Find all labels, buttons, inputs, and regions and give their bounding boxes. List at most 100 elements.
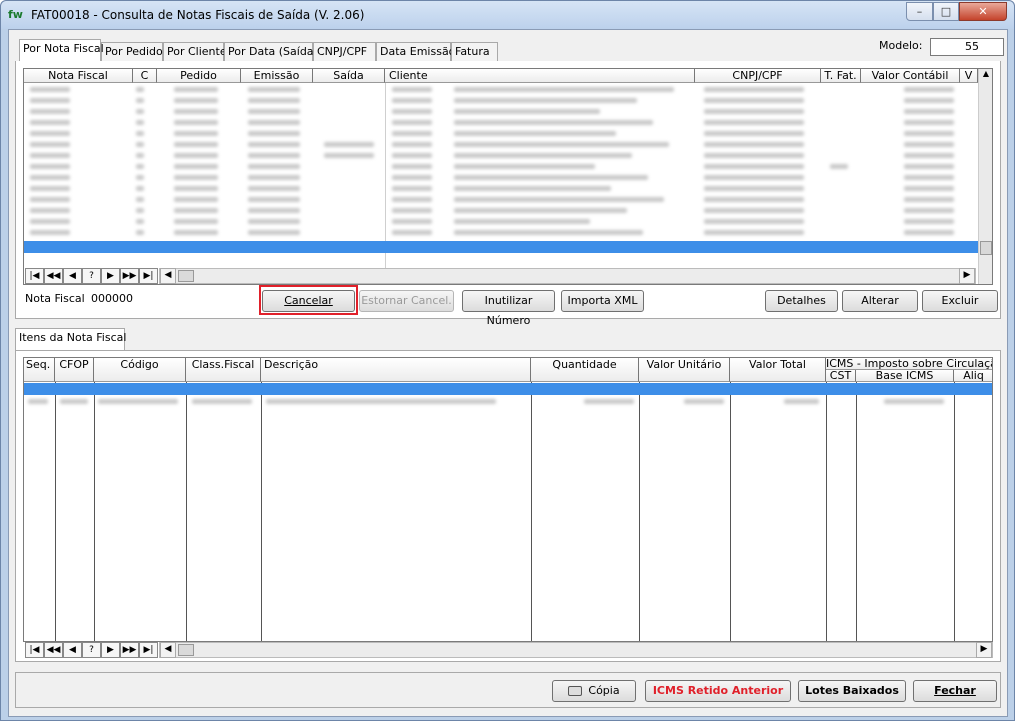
col-valor-unitario[interactable]: Valor Unitário: [639, 358, 730, 382]
nav-search-icon[interactable]: ?: [82, 268, 101, 284]
redacted-cell: [266, 399, 496, 404]
items-nav-prev-icon[interactable]: ◀: [63, 642, 82, 658]
selected-row[interactable]: [24, 241, 978, 253]
items-scroll-right-icon[interactable]: ▶: [976, 642, 992, 658]
close-button[interactable]: ✕: [959, 2, 1007, 21]
redacted-cell: [136, 153, 144, 158]
redacted-cell: [248, 219, 300, 224]
col-divider: [730, 382, 731, 641]
icms-retido-anterior-button[interactable]: ICMS Retido Anterior: [645, 680, 791, 702]
itens-grid[interactable]: Seq. CFOP Código Class.Fiscal Descrição …: [23, 357, 993, 642]
redacted-cell: [30, 164, 70, 169]
redacted-cell: [248, 164, 300, 169]
maximize-button[interactable]: □: [933, 2, 959, 21]
col-cliente[interactable]: Cliente: [385, 69, 695, 83]
inutilizar-numero-button[interactable]: Inutilizar Número: [462, 290, 555, 327]
col-base-icms[interactable]: Base ICMS: [856, 370, 954, 382]
scroll-left-icon[interactable]: ◀: [160, 268, 176, 284]
items-nav-last-icon[interactable]: ▶|: [139, 642, 158, 658]
redacted-cell: [248, 142, 300, 147]
col-t-fat[interactable]: T. Fat.: [821, 69, 861, 83]
redacted-cell: [704, 109, 804, 114]
items-hscroll-thumb[interactable]: [178, 644, 194, 656]
col-saida[interactable]: Saída: [313, 69, 385, 83]
notas-grid[interactable]: Nota Fiscal C Pedido Emissão Saída Clien…: [23, 68, 993, 285]
col-class-fiscal[interactable]: Class.Fiscal: [186, 358, 261, 382]
redacted-cell: [136, 120, 144, 125]
tab-itens-nota-fiscal[interactable]: Itens da Nota Fiscal: [15, 328, 126, 350]
nav-last-icon[interactable]: ▶|: [139, 268, 158, 284]
col-cst[interactable]: CST: [826, 370, 856, 382]
modelo-input[interactable]: 55: [930, 38, 1004, 56]
nav-next-icon[interactable]: ▶: [101, 268, 120, 284]
fechar-button[interactable]: Fechar: [913, 680, 997, 702]
tab-data-emissao[interactable]: Data Emissão: [376, 42, 455, 61]
col-icms-group[interactable]: ICMS - Imposto sobre Circulação: [826, 358, 992, 370]
redacted-cell: [136, 219, 144, 224]
col-quantidade[interactable]: Quantidade: [531, 358, 639, 382]
nav-prev-page-icon[interactable]: ◀◀: [44, 268, 63, 284]
redacted-cell: [248, 230, 300, 235]
redacted-cell: [904, 153, 954, 158]
col-seq[interactable]: Seq.: [24, 358, 55, 382]
col-codigo[interactable]: Código: [94, 358, 186, 382]
items-nav-first-icon[interactable]: |◀: [25, 642, 44, 658]
col-cnpj-cpf[interactable]: CNPJ/CPF: [695, 69, 821, 83]
redacted-cell: [454, 186, 611, 191]
redacted-cell: [392, 164, 432, 169]
itens-hscroll[interactable]: ◀ ▶: [159, 642, 993, 658]
col-valor-total[interactable]: Valor Total: [730, 358, 826, 382]
redacted-cell: [884, 399, 944, 404]
redacted-cell: [704, 219, 804, 224]
items-nav-next-icon[interactable]: ▶: [101, 642, 120, 658]
items-nav-next-page-icon[interactable]: ▶▶: [120, 642, 139, 658]
tab-cnpj-cpf[interactable]: CNPJ/CPF: [313, 42, 376, 61]
items-nav-prev-page-icon[interactable]: ◀◀: [44, 642, 63, 658]
redacted-cell: [98, 399, 178, 404]
importa-xml-button[interactable]: Importa XML: [561, 290, 644, 312]
hscroll-thumb[interactable]: [178, 270, 194, 282]
redacted-cell: [30, 142, 70, 147]
tab-fatura[interactable]: Fatura: [451, 42, 498, 61]
col-descricao[interactable]: Descrição: [261, 358, 531, 382]
redacted-cell: [30, 98, 70, 103]
tab-por-nota-fiscal[interactable]: Por Nota Fiscal: [19, 39, 104, 61]
col-c[interactable]: C: [133, 69, 157, 83]
col-divider: [639, 382, 640, 641]
nav-prev-icon[interactable]: ◀: [63, 268, 82, 284]
copia-button[interactable]: Cópia: [552, 680, 636, 702]
selected-item-row[interactable]: [24, 383, 992, 395]
items-nav-search-icon[interactable]: ?: [82, 642, 101, 658]
excluir-button[interactable]: Excluir: [922, 290, 998, 312]
tab-por-cliente[interactable]: Por Cliente: [163, 42, 227, 61]
notas-hscroll[interactable]: ◀ ▶: [159, 268, 976, 284]
col-divider: [261, 382, 262, 641]
scroll-right-icon[interactable]: ▶: [959, 268, 975, 284]
nav-next-page-icon[interactable]: ▶▶: [120, 268, 139, 284]
col-nota-fiscal[interactable]: Nota Fiscal: [24, 69, 133, 83]
col-emissao[interactable]: Emissão: [241, 69, 313, 83]
col-aliq[interactable]: Aliq: [954, 370, 992, 382]
col-valor-contabil[interactable]: Valor Contábil: [861, 69, 960, 83]
redacted-cell: [392, 197, 432, 202]
tab-por-pedido[interactable]: Por Pedido: [101, 42, 163, 61]
col-divider: [186, 382, 187, 641]
estornar-cancel-button[interactable]: Estornar Cancel.: [359, 290, 454, 312]
minimize-button[interactable]: –: [906, 2, 933, 21]
redacted-cell: [454, 120, 653, 125]
redacted-cell: [904, 98, 954, 103]
scroll-thumb[interactable]: [980, 241, 992, 255]
col-cfop[interactable]: CFOP: [55, 358, 94, 382]
redacted-cell: [904, 230, 954, 235]
col-v[interactable]: V: [960, 69, 978, 83]
nav-first-icon[interactable]: |◀: [25, 268, 44, 284]
scroll-up-icon[interactable]: ▲: [979, 69, 992, 81]
col-pedido[interactable]: Pedido: [157, 69, 241, 83]
items-scroll-left-icon[interactable]: ◀: [160, 642, 176, 658]
tab-por-data-saida[interactable]: Por Data (Saída): [224, 42, 318, 61]
detalhes-button[interactable]: Detalhes: [765, 290, 838, 312]
alterar-button[interactable]: Alterar: [842, 290, 918, 312]
redacted-cell: [136, 208, 144, 213]
lotes-baixados-button[interactable]: Lotes Baixados: [798, 680, 906, 702]
vertical-scrollbar[interactable]: ▲: [978, 69, 992, 284]
